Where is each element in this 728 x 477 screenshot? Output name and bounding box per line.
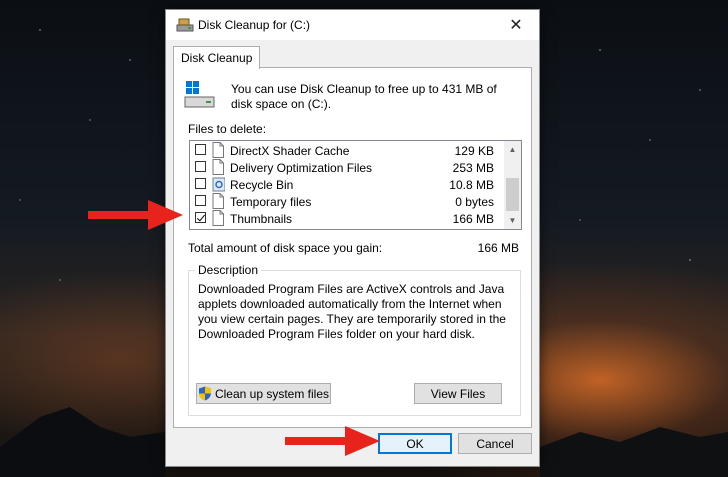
cancel-button[interactable]: Cancel xyxy=(458,433,532,454)
scrollbar-thumb[interactable] xyxy=(506,178,519,211)
list-item-recycle-bin[interactable]: Recycle Bin 10.8 MB xyxy=(190,176,502,193)
tab-disk-cleanup[interactable]: Disk Cleanup xyxy=(173,46,261,69)
view-files-button[interactable]: View Files xyxy=(414,383,502,404)
disk-cleanup-icon xyxy=(176,18,194,32)
file-icon xyxy=(212,159,224,175)
file-icon xyxy=(212,193,224,209)
file-size: 129 KB xyxy=(454,144,494,158)
files-list[interactable]: DirectX Shader Cache 129 KB Delivery Opt… xyxy=(189,140,522,230)
file-name: Recycle Bin xyxy=(230,178,294,192)
file-size: 253 MB xyxy=(452,161,494,175)
file-name: Temporary files xyxy=(230,195,312,209)
red-arrow-icon xyxy=(88,200,183,230)
list-scrollbar[interactable]: ▲ ▼ xyxy=(504,141,521,229)
file-size: 10.8 MB xyxy=(449,178,494,192)
scroll-down-icon[interactable]: ▼ xyxy=(504,212,521,229)
description-title: Description xyxy=(195,263,262,277)
file-size: 166 MB xyxy=(452,212,494,226)
file-name: Thumbnails xyxy=(230,212,293,226)
scroll-up-icon[interactable]: ▲ xyxy=(504,141,521,158)
file-name: Delivery Optimization Files xyxy=(230,161,373,175)
file-size: 0 bytes xyxy=(455,195,494,209)
checkbox[interactable] xyxy=(195,161,206,172)
file-icon xyxy=(212,210,224,226)
intro-text: You can use Disk Cleanup to free up to 4… xyxy=(231,82,497,111)
window-title: Disk Cleanup for (C:) xyxy=(198,18,311,32)
title-bar[interactable]: Disk Cleanup for (C:) ✕ xyxy=(166,10,539,40)
uac-shield-icon xyxy=(198,386,211,401)
file-name: DirectX Shader Cache xyxy=(230,144,350,158)
clean-up-system-files-label: Clean up system files xyxy=(214,386,330,401)
disk-cleanup-dialog: Disk Cleanup for (C:) ✕ Disk Cleanup You… xyxy=(165,9,540,467)
file-icon xyxy=(212,142,224,158)
recycle-bin-icon xyxy=(212,177,225,192)
list-item-temporary-files[interactable]: Temporary files 0 bytes xyxy=(190,193,502,210)
checkbox[interactable] xyxy=(195,195,206,206)
total-gain-value: 166 MB xyxy=(477,241,519,255)
close-icon: ✕ xyxy=(509,17,523,34)
tab-panel: You can use Disk Cleanup to free up to 4… xyxy=(173,67,532,428)
red-arrow-icon xyxy=(285,426,380,456)
total-gain-label: Total amount of disk space you gain: xyxy=(188,241,383,255)
files-to-delete-label: Files to delete: xyxy=(188,122,267,136)
checkbox[interactable] xyxy=(195,144,206,155)
description-text: Downloaded Program Files are ActiveX con… xyxy=(198,282,506,341)
clean-up-system-files-button[interactable]: Clean up system files xyxy=(196,383,331,404)
checkbox-checked[interactable] xyxy=(195,212,206,223)
close-button[interactable]: ✕ xyxy=(493,10,539,40)
list-item-directx-shader-cache[interactable]: DirectX Shader Cache 129 KB xyxy=(190,142,502,159)
list-item-thumbnails[interactable]: Thumbnails 166 MB xyxy=(190,210,502,227)
drive-icon xyxy=(184,81,215,108)
checkbox[interactable] xyxy=(195,178,206,189)
list-item-delivery-optimization-files[interactable]: Delivery Optimization Files 253 MB xyxy=(190,159,502,176)
ok-button[interactable]: OK xyxy=(378,433,452,454)
